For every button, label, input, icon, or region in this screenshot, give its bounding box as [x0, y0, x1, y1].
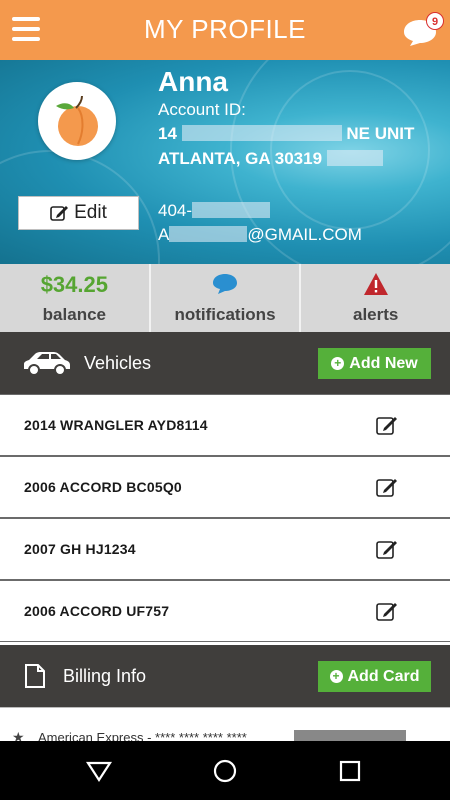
- redacted-card-number: [294, 730, 406, 741]
- add-card-button[interactable]: + Add Card: [318, 661, 431, 692]
- page-title: MY PROFILE: [143, 14, 306, 44]
- edit-vehicle-icon[interactable]: [376, 538, 400, 560]
- card-text: American Express - **** **** **** ****: [38, 730, 247, 741]
- vehicle-name: 2006 ACCORD UF757: [24, 603, 170, 619]
- edit-vehicle-icon[interactable]: [376, 476, 400, 498]
- vehicle-row[interactable]: 2006 ACCORD UF757: [0, 580, 450, 642]
- vehicles-title: Vehicles: [84, 353, 152, 373]
- home-circle-icon[interactable]: [212, 758, 238, 784]
- city-line: ATLANTA, GA 30319: [158, 149, 383, 169]
- car-icon: [24, 352, 70, 376]
- warning-triangle-icon: [301, 272, 450, 296]
- edit-vehicle-icon[interactable]: [376, 600, 400, 622]
- pencil-square-icon: [50, 206, 69, 221]
- billing-section-header: Billing Info + Add Card: [0, 645, 450, 707]
- speech-bubble-icon: [151, 272, 300, 296]
- alerts-label: alerts: [352, 305, 399, 324]
- account-id-label: Account ID:: [158, 100, 246, 119]
- stats-bar: $34.25 balance notifications alerts: [0, 264, 450, 332]
- document-icon: [25, 664, 45, 688]
- notifications-tile[interactable]: notifications: [151, 264, 302, 332]
- vehicle-name: 2014 WRANGLER AYD8114: [24, 417, 208, 433]
- billing-card-row[interactable]: ★ American Express - **** **** **** ****: [0, 707, 450, 741]
- notifications-label: notifications: [174, 305, 276, 324]
- edit-vehicle-icon[interactable]: [376, 414, 400, 436]
- address-line: 14 NE UNIT: [158, 124, 415, 143]
- recents-square-icon[interactable]: [337, 758, 363, 784]
- plus-circle-icon: +: [329, 670, 343, 683]
- back-triangle-icon[interactable]: [86, 758, 112, 784]
- plus-circle-icon: +: [331, 357, 345, 370]
- avatar: [38, 82, 116, 160]
- phone-number: 404-: [158, 201, 271, 221]
- vehicle-name: 2007 GH HJ1234: [24, 541, 136, 557]
- alerts-tile[interactable]: alerts: [301, 264, 450, 332]
- top-bar: MY PROFILE 9: [0, 0, 450, 60]
- vehicle-row[interactable]: 2006 ACCORD BC05Q0: [0, 456, 450, 518]
- star-icon: ★: [12, 729, 25, 741]
- vehicle-name: 2006 ACCORD BC05Q0: [24, 479, 182, 495]
- balance-label: balance: [42, 305, 106, 324]
- billing-title: Billing Info: [63, 666, 147, 686]
- add-vehicle-button[interactable]: + Add New: [318, 348, 431, 379]
- email-address: A @GMAIL.COM: [158, 225, 362, 244]
- peach-logo-icon: [56, 95, 98, 146]
- profile-header: Edit Anna Account ID: 14 NE UNIT ATLANTA…: [0, 60, 450, 264]
- system-nav-bar: [0, 741, 450, 800]
- edit-profile-button[interactable]: Edit: [18, 196, 139, 230]
- vehicles-section-header: Vehicles + Add New: [0, 332, 450, 394]
- vehicle-row[interactable]: 2007 GH HJ1234: [0, 518, 450, 580]
- balance-tile[interactable]: $34.25 balance: [0, 264, 151, 332]
- notification-count-badge: 9: [426, 12, 444, 30]
- profile-name: Anna: [158, 66, 228, 97]
- vehicle-row[interactable]: 2014 WRANGLER AYD8114: [0, 394, 450, 456]
- balance-value: $34.25: [40, 272, 108, 297]
- edit-label: Edit: [74, 202, 107, 223]
